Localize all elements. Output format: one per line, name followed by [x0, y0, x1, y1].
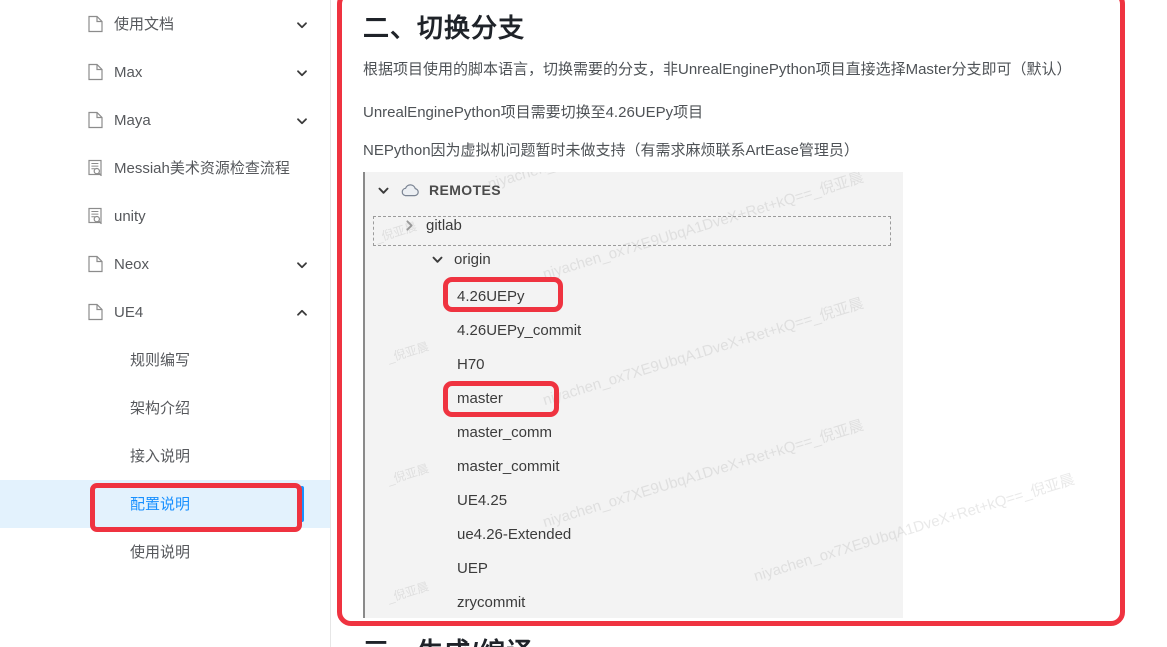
sidebar-subitem-label: 配置说明	[130, 495, 191, 513]
sidebar-subitem-label: 规则编写	[130, 351, 191, 369]
document-icon	[88, 15, 103, 33]
branch-label: ue4.26-Extended	[457, 525, 572, 543]
sidebar-item-label: UE4	[114, 303, 144, 321]
sidebar-subitem-label: 使用说明	[130, 543, 191, 561]
chevron-down-icon[interactable]	[296, 258, 308, 270]
tree-node-branch[interactable]: master_comm	[365, 415, 903, 449]
tree-node-label: origin	[454, 250, 491, 268]
sidebar-subitem-接入说明[interactable]: 接入说明	[0, 432, 330, 480]
sidebar-item-ue4[interactable]: UE4	[0, 288, 330, 336]
main-content: 二、切换分支 根据项目使用的脚本语言，切换需要的分支，非UnrealEngine…	[331, 0, 1167, 647]
chevron-down-icon[interactable]	[296, 66, 308, 78]
sidebar-subitem-label: 架构介绍	[130, 399, 191, 417]
page-title: 二、切换分支	[363, 13, 526, 43]
tree-node-gitlab[interactable]: gitlab	[365, 208, 903, 242]
sidebar-item-label: Max	[114, 63, 143, 81]
chevron-up-icon[interactable]	[296, 306, 308, 318]
sidebar-item-maya[interactable]: Maya	[0, 96, 330, 144]
document-icon	[88, 303, 103, 321]
sidebar-item-label: unity	[114, 207, 146, 225]
paragraph-3: NEPython因为虚拟机问题暂时未做支持（有需求麻烦联系ArtEase管理员）	[363, 142, 859, 159]
document-icon	[88, 111, 103, 129]
document-search-icon	[88, 207, 103, 225]
chevron-down-icon[interactable]	[431, 253, 444, 266]
tree-node-label: REMOTES	[429, 182, 502, 198]
branch-label: UEP	[457, 559, 488, 577]
sidebar-item-label: Maya	[114, 111, 151, 129]
tree-node-branch[interactable]: 4.26UEPy	[365, 279, 903, 313]
sidebar-item-unity[interactable]: unity	[0, 192, 330, 240]
git-branch-tree-image: REMOTES gitlab origin 4.26UEPy 4.26UEPy_…	[363, 172, 903, 618]
sidebar-subitem-label: 接入说明	[130, 447, 191, 465]
paragraph-2: UnrealEnginePython项目需要切换至4.26UEPy项目	[363, 104, 704, 121]
cloud-icon	[400, 183, 420, 197]
page-root: 使用文档 Max Maya Messiah美术资源检查流程 unity Neox…	[0, 0, 1167, 647]
branch-label: 4.26UEPy_commit	[457, 321, 582, 339]
tree-node-branch[interactable]: H70	[365, 347, 903, 381]
sidebar-item-使用文档[interactable]: 使用文档	[0, 0, 330, 48]
document-icon	[88, 255, 103, 273]
sidebar-item-messiah[interactable]: Messiah美术资源检查流程	[0, 144, 330, 192]
chevron-right-icon[interactable]	[403, 219, 416, 232]
tree-node-branch[interactable]: 4.26UEPy_commit	[365, 313, 903, 347]
sidebar-subitem-使用说明[interactable]: 使用说明	[0, 528, 330, 576]
sidebar-subitem-架构介绍[interactable]: 架构介绍	[0, 384, 330, 432]
next-section-title: 三、生成/编译	[363, 632, 533, 647]
branch-label: UE4.25	[457, 491, 508, 509]
paragraph-1: 根据项目使用的脚本语言，切换需要的分支，非UnrealEnginePython项…	[363, 61, 1072, 78]
sidebar-subitem-配置说明[interactable]: 配置说明	[0, 480, 330, 528]
sidebar-navigation: 使用文档 Max Maya Messiah美术资源检查流程 unity Neox…	[0, 0, 331, 647]
sidebar-item-label: Messiah美术资源检查流程	[114, 159, 290, 177]
branch-label: zrycommit	[457, 593, 526, 611]
tree-node-branch[interactable]: master	[365, 381, 903, 415]
tree-node-origin[interactable]: origin	[365, 242, 903, 276]
chevron-down-icon[interactable]	[296, 114, 308, 126]
sidebar-item-label: Neox	[114, 255, 150, 273]
branch-label: master	[457, 389, 503, 407]
sidebar-subitem-规则编写[interactable]: 规则编写	[0, 336, 330, 384]
tree-node-branch[interactable]: ue4.26-Extended	[365, 517, 903, 551]
tree-node-remotes[interactable]: REMOTES	[365, 172, 903, 208]
selected-indicator-bar	[300, 486, 304, 522]
tree-node-branch[interactable]: master_commit	[365, 449, 903, 483]
branch-label: master_commit	[457, 457, 560, 475]
tree-node-branch[interactable]: UE4.25	[365, 483, 903, 517]
tree-node-label: gitlab	[426, 216, 462, 234]
sidebar-item-label: 使用文档	[114, 15, 175, 33]
tree-node-branch[interactable]: UEP	[365, 551, 903, 585]
branch-label: master_comm	[457, 423, 553, 441]
document-icon	[88, 63, 103, 81]
branch-label: 4.26UEPy	[457, 287, 525, 305]
tree-node-branch[interactable]: zrycommit	[365, 585, 903, 618]
sidebar-item-max[interactable]: Max	[0, 48, 330, 96]
document-search-icon	[88, 159, 103, 177]
chevron-down-icon[interactable]	[296, 18, 308, 30]
sidebar-item-neox[interactable]: Neox	[0, 240, 330, 288]
branch-label: H70	[457, 355, 485, 373]
chevron-down-icon[interactable]	[377, 184, 390, 197]
